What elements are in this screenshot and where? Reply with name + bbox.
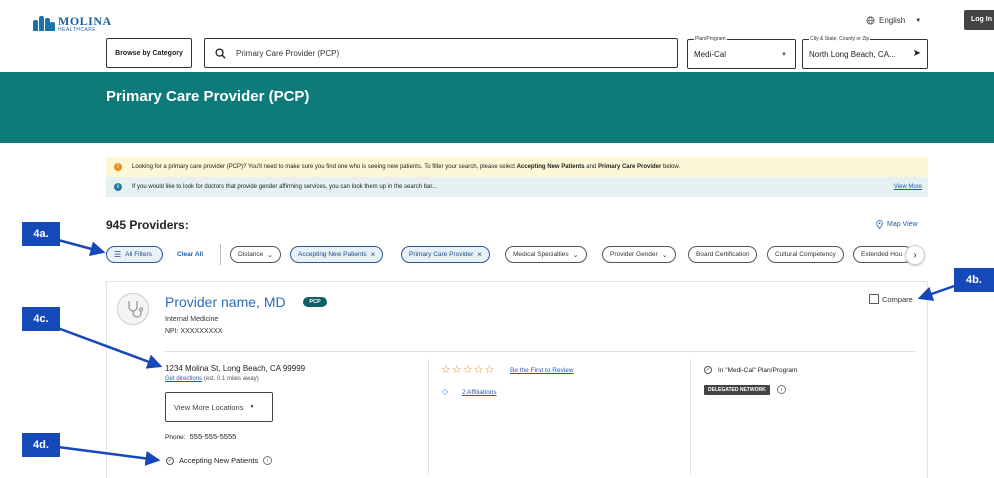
search-icon (215, 47, 226, 59)
filter-chip-accepting-new-patients[interactable]: Accepting New Patients × (290, 246, 384, 263)
logo-people-icon (33, 15, 55, 31)
divider (220, 244, 221, 265)
caret-down-icon: ▼ (915, 17, 922, 24)
provider-specialty: Internal Medicine (165, 316, 219, 323)
warning-message: Looking for a primary care provider (PCP… (132, 164, 681, 170)
caret-down-icon: ▼ (249, 404, 255, 410)
checkbox-icon[interactable] (869, 294, 879, 304)
divider (690, 359, 691, 474)
warning-icon: ! (114, 163, 122, 171)
info-message: If you would like to look for doctors th… (132, 184, 438, 190)
language-label: English (879, 16, 906, 25)
directions-line: Get directions (est. 0.1 miles away) (165, 376, 259, 382)
gender-affirming-info-alert: i If you would like to look for doctors … (106, 177, 928, 197)
city-input[interactable]: City & State, County or Zip North Long B… (802, 36, 928, 69)
provider-npi: NPI: XXXXXXXXX (165, 328, 223, 335)
city-legend: City & State, County or Zip (809, 36, 871, 42)
city-value: North Long Beach, CA... (809, 50, 896, 59)
location-arrow-icon[interactable]: ➤ (913, 48, 921, 59)
login-button[interactable]: Log In (964, 10, 994, 30)
filter-chip-primary-care-provider[interactable]: Primary Care Provider × (401, 246, 490, 263)
map-view-link[interactable]: Map View (876, 220, 918, 229)
accepting-new-patients-status: ✓ Accepting New Patients i (166, 456, 273, 465)
chevron-down-icon: ⌄ (661, 251, 668, 259)
chevron-down-icon: ▼ (781, 52, 787, 58)
plan-legend: Plan/Program (694, 36, 727, 42)
divider (428, 359, 429, 474)
filter-chip-cultural-competency[interactable]: Cultural Competency (767, 246, 844, 263)
info-icon: i (114, 183, 122, 191)
info-icon[interactable]: i (263, 456, 273, 465)
plan-program-select[interactable]: Plan/Program Medi-Cal ▼ (687, 36, 796, 69)
search-box[interactable] (204, 38, 678, 68)
logo-sub: HEALTHCARE (58, 27, 97, 33)
chevron-down-icon: ⌄ (267, 251, 274, 259)
logo-brand: MOLINA (58, 14, 112, 28)
first-review-link[interactable]: Be the First to Review (510, 367, 574, 374)
page-title: Primary Care Provider (PCP) (106, 88, 310, 105)
clear-all-link[interactable]: Clear All (177, 251, 203, 258)
provider-address: 1234 Molina St, Long Beach, CA 99999 (165, 364, 306, 373)
search-input[interactable] (236, 48, 656, 58)
chevron-right-icon[interactable]: › (905, 245, 925, 265)
close-icon[interactable]: × (371, 250, 376, 259)
pcp-warning-alert: ! Looking for a primary care provider (P… (106, 157, 928, 177)
view-more-locations-button[interactable]: View More Locations ▼ (165, 392, 273, 422)
arrow-4a (57, 238, 106, 257)
view-more-link[interactable]: View More (894, 184, 922, 190)
molina-logo[interactable]: MOLINA HEALTHCARE (33, 15, 112, 33)
filter-chip-extended-hours[interactable]: Extended Hou (853, 246, 913, 263)
divider (165, 351, 915, 352)
compare-checkbox[interactable]: Compare (869, 294, 913, 304)
chevron-down-icon: ⌄ (572, 251, 579, 259)
get-directions-link[interactable]: Get directions (165, 376, 202, 382)
check-circle-icon: ✓ (166, 456, 174, 465)
rating-stars: ☆☆☆☆☆ (441, 364, 496, 376)
affiliations-link[interactable]: 2 Affiliations (462, 389, 497, 396)
filter-chip-provider-gender[interactable]: Provider Gender ⌄ (602, 246, 676, 263)
info-icon[interactable]: i (777, 385, 786, 394)
affiliation-icon: ◇ (442, 387, 449, 396)
close-icon[interactable]: × (477, 250, 482, 259)
providers-count: 945 Providers: (106, 218, 189, 232)
filter-sliders-icon: ☰ (114, 250, 122, 259)
pcp-badge: PCP (303, 297, 327, 307)
callout-4c: 4c. (22, 307, 60, 331)
check-circle-icon: ✓ (704, 366, 712, 374)
page-banner: Primary Care Provider (PCP) (0, 72, 994, 143)
globe-icon (866, 16, 875, 25)
all-filters-button[interactable]: ☰ All Filters (106, 246, 163, 263)
provider-phone: Phone: 555-555-5555 (165, 432, 237, 441)
browse-by-category-button[interactable]: Browse by Category (106, 38, 192, 68)
callout-4b: 4b. (954, 268, 994, 292)
filter-chip-distance[interactable]: Distance ⌄ (230, 246, 282, 263)
provider-name-link[interactable]: Provider name, MD (165, 294, 286, 310)
language-selector[interactable]: English ▼ (866, 16, 921, 25)
callout-4d: 4d. (22, 433, 60, 457)
stethoscope-icon (117, 293, 149, 325)
callout-4a: 4a. (22, 222, 60, 246)
map-pin-icon (876, 220, 883, 229)
delegated-network-badge: DELEGATED NETWORK (704, 385, 770, 395)
filter-chip-medical-specialties[interactable]: Medical Specialties ⌄ (505, 246, 587, 263)
filter-chip-board-certification[interactable]: Board Certification (688, 246, 758, 263)
plan-value: Medi-Cal (694, 50, 727, 59)
plan-status: ✓ In "Medi-Cal" Plan/Program (704, 366, 798, 374)
